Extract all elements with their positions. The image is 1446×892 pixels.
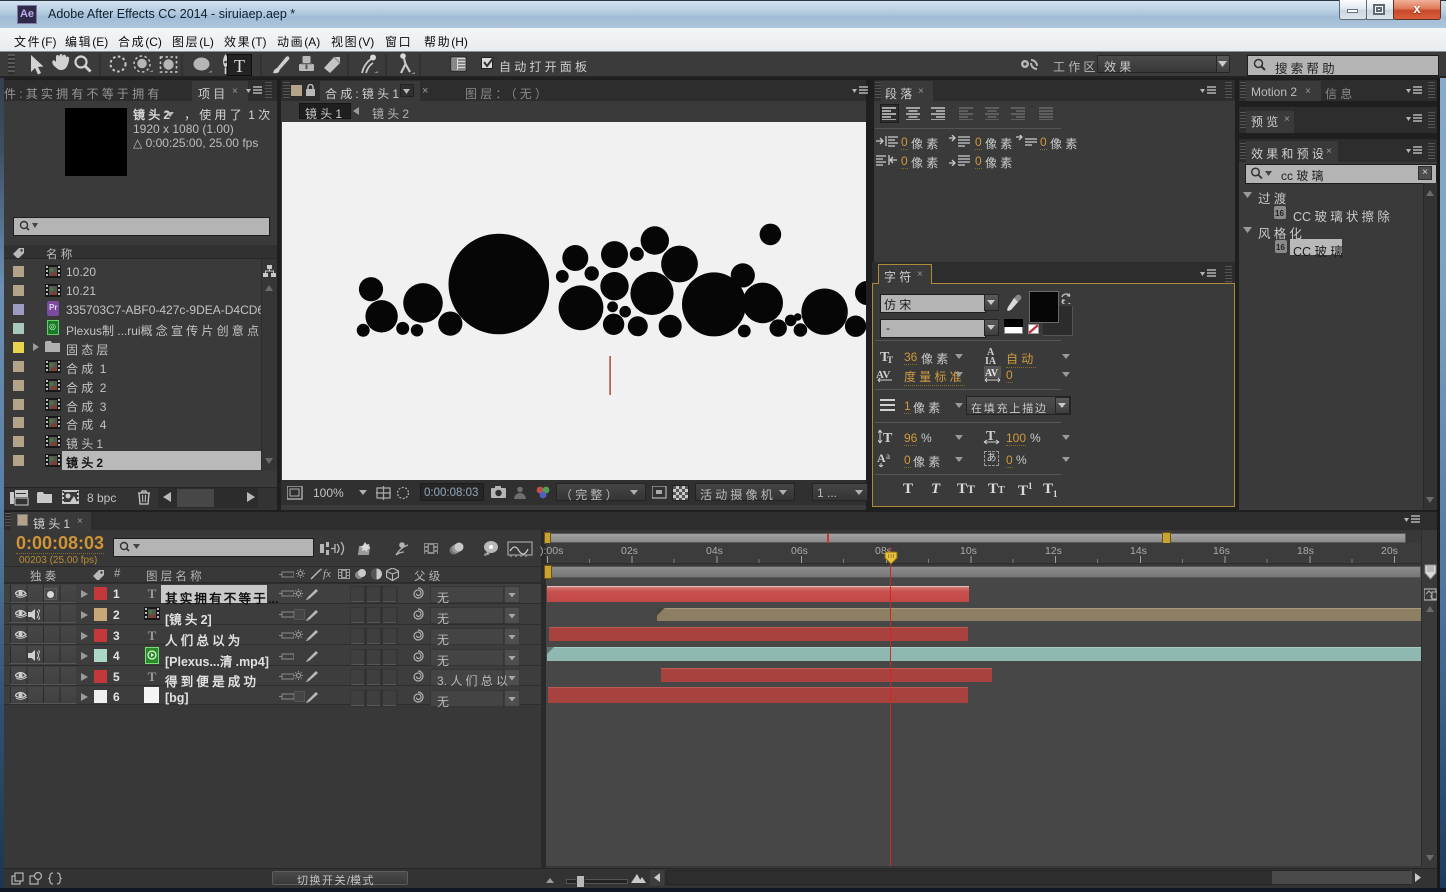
svg-text:A: A: [877, 451, 886, 465]
svg-text:T: T: [883, 431, 893, 445]
svg-text:IA: IA: [985, 356, 997, 366]
svg-text:a: a: [886, 451, 890, 461]
svg-text:AV: AV: [985, 368, 999, 379]
svg-text:T: T: [234, 56, 245, 76]
svg-text:T: T: [887, 355, 893, 363]
